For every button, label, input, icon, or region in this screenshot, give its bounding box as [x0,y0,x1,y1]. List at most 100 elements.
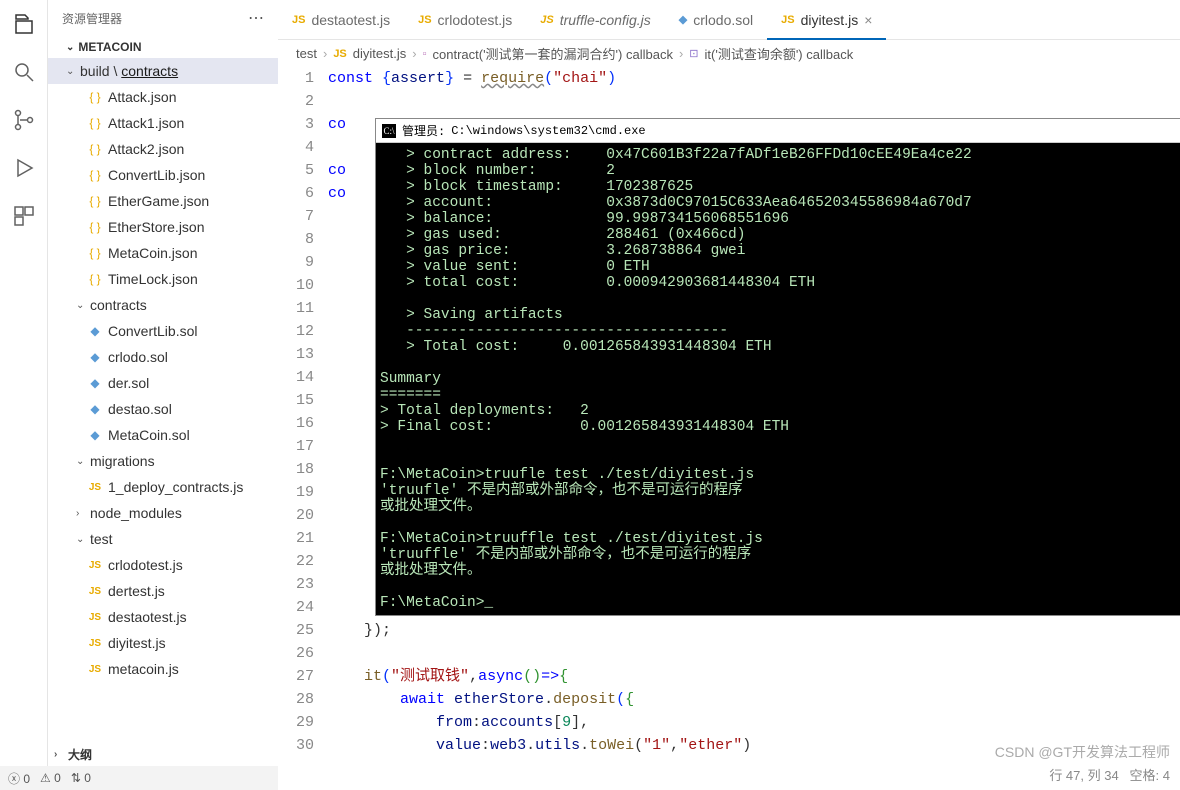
file-label: Attack2.json [108,141,184,157]
terminal-title-prefix: 管理员: [402,122,445,139]
line-number: 30 [278,734,314,757]
file-item[interactable]: { }TimeLock.json [48,266,278,292]
line-number: 17 [278,435,314,458]
line-number: 10 [278,274,314,297]
line-number: 8 [278,228,314,251]
file-item[interactable]: ◆der.sol [48,370,278,396]
line-gutter: 1234567891011121314151617181920212223242… [278,67,328,790]
breadcrumb[interactable]: test › JS diyitest.js › ▫ contract('测试第一… [278,40,1180,67]
string: "测试取钱" [391,668,469,685]
explorer-icon[interactable] [10,10,38,38]
folder-test[interactable]: ⌄ test [48,526,278,552]
line-number: 5 [278,159,314,182]
file-item[interactable]: { }EtherStore.json [48,214,278,240]
file-item[interactable]: { }Attack.json [48,84,278,110]
indent-info[interactable]: 空格: 4 [1130,768,1170,783]
breadcrumb-file[interactable]: diyitest.js [353,46,406,61]
chevron-down-icon: ⌄ [66,66,80,77]
line-number: 24 [278,596,314,619]
file-item[interactable]: { }EtherGame.json [48,188,278,214]
file-item[interactable]: JS1_deploy_contracts.js [48,474,278,500]
block-icon: ▫ [423,48,427,60]
breadcrumb-it[interactable]: it('测试查询余额') callback [705,44,854,63]
fn-call: require [481,70,544,87]
chevron-down-icon: ⌄ [76,534,90,545]
file-label: crlodotest.js [108,557,183,573]
code-text: }); [328,622,391,639]
op: = [454,70,481,87]
breadcrumb-contract[interactable]: contract('测试第一套的漏洞合约') callback [433,44,673,63]
file-item[interactable]: ◆crlodo.sol [48,344,278,370]
file-label: EtherStore.json [108,219,205,235]
folder-contracts-link[interactable]: contracts [121,63,178,79]
file-label: ConvertLib.json [108,167,205,183]
folder-build[interactable]: ⌄ build \ contracts [48,58,278,84]
file-label: destao.sol [108,401,172,417]
source-control-icon[interactable] [10,106,38,134]
folder-label: migrations [90,453,155,469]
file-item[interactable]: { }ConvertLib.json [48,162,278,188]
warnings-count[interactable]: ⚠ 0 [40,771,61,785]
file-item[interactable]: ◆MetaCoin.sol [48,422,278,448]
editor-tab[interactable]: JSdiyitest.js× [767,0,886,39]
file-item[interactable]: JSmetacoin.js [48,656,278,682]
tab-label: crlodotest.js [438,12,513,28]
line-number: 12 [278,320,314,343]
cursor-position[interactable]: 行 47, 列 34 [1049,768,1118,783]
file-item[interactable]: { }MetaCoin.json [48,240,278,266]
chevron-right-icon: › [76,508,90,519]
terminal-window[interactable]: C:\ 管理员: C:\windows\system32\cmd.exe > c… [375,118,1180,616]
file-item[interactable]: JScrlodotest.js [48,552,278,578]
close-icon[interactable]: × [864,12,872,28]
string: "ether" [679,737,742,754]
terminal-title-path: C:\windows\system32\cmd.exe [451,124,645,138]
line-number: 3 [278,113,314,136]
editor-tab[interactable]: ◆crlodo.sol [665,0,767,39]
file-item[interactable]: ◆ConvertLib.sol [48,318,278,344]
line-number: 14 [278,366,314,389]
code-fragment: co [328,185,346,202]
line-number: 20 [278,504,314,527]
line-number: 7 [278,205,314,228]
editor-tab[interactable]: JStruffle-config.js [526,0,665,39]
file-label: diyitest.js [108,635,166,651]
line-number: 28 [278,688,314,711]
file-item[interactable]: ◆destao.sol [48,396,278,422]
js-icon: JS [333,48,346,60]
editor-tab[interactable]: JSdestaotest.js [278,0,404,39]
folder-contracts[interactable]: ⌄ contracts [48,292,278,318]
outline-section[interactable]: › 大纲 [48,742,278,766]
tab-label: truffle-config.js [560,12,651,28]
line-number: 1 [278,67,314,90]
file-item[interactable]: { }Attack2.json [48,136,278,162]
tab-label: destaotest.js [311,12,390,28]
line-number: 18 [278,458,314,481]
file-item[interactable]: JSdestaotest.js [48,604,278,630]
identifier: etherStore [454,691,544,708]
errors-count[interactable]: ⓧ 0 [8,770,30,787]
extensions-icon[interactable] [10,202,38,230]
string: "1" [643,737,670,754]
folder-node-modules[interactable]: › node_modules [48,500,278,526]
file-item[interactable]: { }Attack1.json [48,110,278,136]
sidebar-more-icon[interactable]: ⋯ [248,8,264,28]
line-number: 21 [278,527,314,550]
folder-migrations[interactable]: ⌄ migrations [48,448,278,474]
file-item[interactable]: JSdertest.js [48,578,278,604]
breadcrumb-root[interactable]: test [296,46,317,61]
file-item[interactable]: JSdiyitest.js [48,630,278,656]
line-number: 6 [278,182,314,205]
tab-label: crlodo.sol [693,12,753,28]
editor-tab[interactable]: JScrlodotest.js [404,0,526,39]
terminal-titlebar[interactable]: C:\ 管理员: C:\windows\system32\cmd.exe [376,119,1180,143]
statusbar-left: ⓧ 0 ⚠ 0 ⇅ 0 [0,766,278,790]
line-number: 2 [278,90,314,113]
terminal-body[interactable]: > contract address: 0x47C601B3f22a7fADf1… [376,143,1180,615]
search-icon[interactable] [10,58,38,86]
sidebar-title: 资源管理器 [62,10,122,27]
debug-icon[interactable] [10,154,38,182]
ports-count[interactable]: ⇅ 0 [71,771,91,785]
line-number: 9 [278,251,314,274]
project-header[interactable]: ⌄ METACOIN [48,36,278,58]
method: toWei [589,737,634,754]
